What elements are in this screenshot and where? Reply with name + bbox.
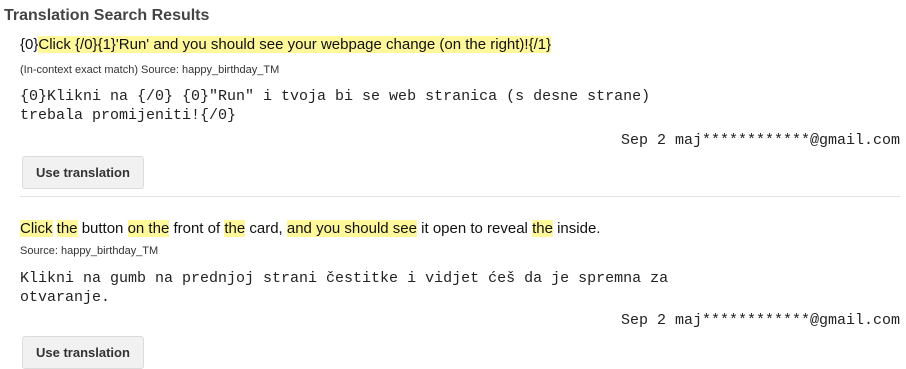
source-segment: it open to reveal bbox=[416, 220, 533, 237]
translation-text: {0}Klikni na {/0} {0}"Run" i tvoja bi se… bbox=[20, 88, 651, 124]
use-translation-button[interactable]: Use translation bbox=[22, 156, 144, 189]
result-item: Click the button on the front of the car… bbox=[0, 210, 906, 369]
source-text: {0}Click {/0}{1}'Run' and you should see… bbox=[20, 36, 552, 53]
source-text: Click the button on the front of the car… bbox=[20, 220, 600, 237]
result-item: {0}Click {/0}{1}'Run' and you should see… bbox=[0, 32, 906, 195]
source-segment: front of bbox=[169, 220, 225, 237]
source-segment: button bbox=[77, 220, 128, 237]
result-divider bbox=[20, 196, 900, 197]
source-match-highlight: the bbox=[224, 220, 246, 237]
translation-text: Klikni na gumb na prednjoj strani čestit… bbox=[20, 270, 669, 306]
source-match-highlight: and you should see bbox=[286, 220, 417, 237]
match-source-meta: (In-context exact match) Source: happy_b… bbox=[20, 64, 280, 76]
translation-search-results-panel: Translation Search Results {0}Click {/0}… bbox=[0, 0, 906, 369]
use-translation-button[interactable]: Use translation bbox=[22, 336, 144, 369]
source-match-highlight: on the bbox=[127, 220, 170, 237]
translation-attribution: Sep 2 maj************@gmail.com bbox=[620, 312, 900, 329]
source-segment: card, bbox=[245, 220, 287, 237]
source-match-highlight: Click {/0}{1}'Run' and you should see yo… bbox=[38, 36, 552, 53]
translation-attribution: Sep 2 maj************@gmail.com bbox=[620, 132, 900, 149]
source-match-highlight: Click bbox=[20, 220, 53, 237]
source-segment: {0} bbox=[20, 36, 39, 53]
panel-title: Translation Search Results bbox=[4, 7, 210, 24]
match-source-meta: Source: happy_birthday_TM bbox=[20, 245, 159, 257]
source-match-highlight: the bbox=[56, 220, 78, 237]
source-match-highlight: the bbox=[532, 220, 553, 237]
source-segment: inside. bbox=[552, 220, 601, 237]
